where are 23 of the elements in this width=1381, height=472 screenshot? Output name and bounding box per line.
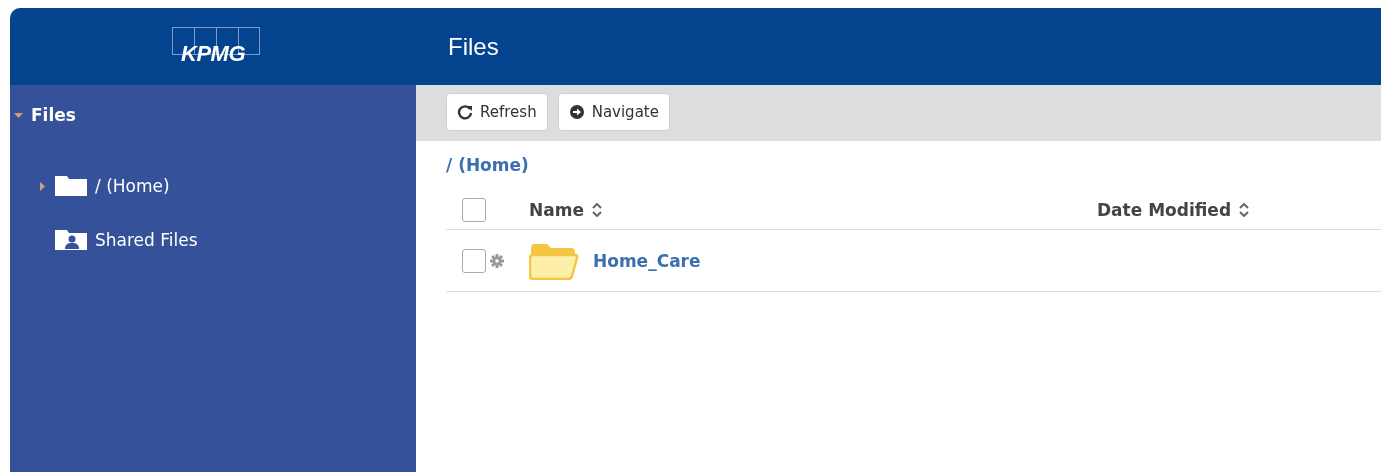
refresh-icon bbox=[457, 104, 473, 120]
page-title: Files bbox=[416, 8, 1381, 85]
sidebar-item[interactable]: Shared Files bbox=[95, 230, 198, 250]
folder-icon bbox=[55, 176, 87, 196]
refresh-button[interactable]: Refresh bbox=[446, 93, 548, 131]
checkbox[interactable] bbox=[462, 248, 486, 273]
sidebar-item[interactable]: / (Home) bbox=[95, 176, 170, 196]
expand-caret-icon[interactable] bbox=[38, 181, 47, 191]
collapse-caret-icon[interactable] bbox=[14, 110, 23, 120]
sidebar-section-title[interactable]: Files bbox=[31, 105, 76, 125]
arrow-circle-icon bbox=[568, 104, 585, 120]
column-header[interactable]: Name bbox=[529, 200, 584, 220]
navigate-button[interactable]: Navigate bbox=[557, 93, 670, 131]
gear-icon[interactable] bbox=[490, 253, 504, 268]
column-header[interactable]: Date Modified bbox=[1097, 200, 1232, 220]
breadcrumb-link[interactable]: / (Home) bbox=[446, 155, 529, 175]
shared-folder-icon bbox=[55, 230, 87, 250]
sort-icon bbox=[591, 203, 602, 217]
folder-icon bbox=[529, 241, 579, 280]
kpmg-logo: KPMG bbox=[166, 26, 260, 67]
file-name-link[interactable]: Home_Care bbox=[593, 250, 701, 271]
checkbox[interactable] bbox=[462, 198, 486, 222]
sort-icon bbox=[1239, 203, 1250, 217]
